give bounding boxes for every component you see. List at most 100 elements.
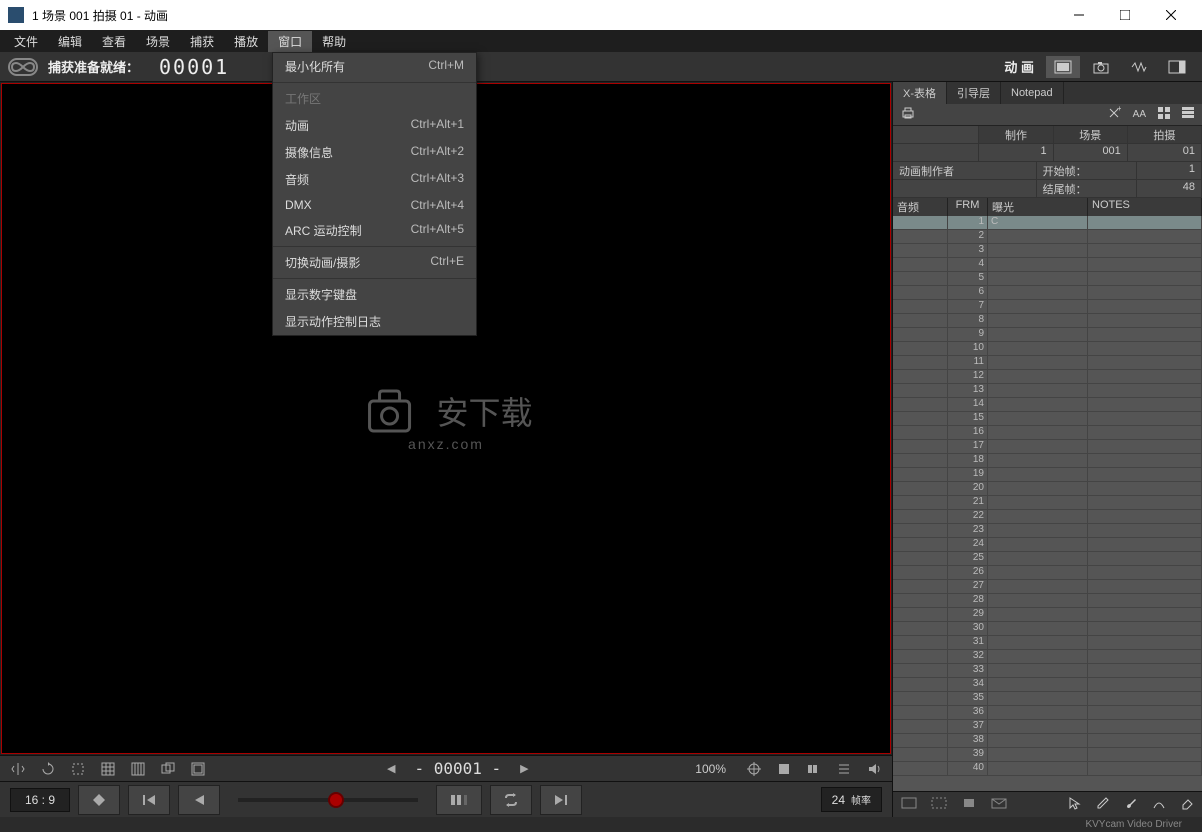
aspect-icon[interactable] — [156, 759, 180, 779]
brush-icon[interactable] — [1120, 794, 1142, 815]
menuitem-音频[interactable]: 音频Ctrl+Alt+3 — [273, 166, 476, 193]
value-production[interactable]: 1 — [979, 144, 1053, 161]
sheet-row[interactable]: 19 — [893, 468, 1202, 482]
pencil-icon[interactable] — [1092, 794, 1114, 815]
menu-播放[interactable]: 播放 — [224, 31, 268, 52]
flip-icon[interactable] — [6, 759, 30, 779]
mask-icon[interactable] — [772, 759, 796, 779]
audio-wave-icon[interactable] — [1122, 56, 1156, 78]
sheet-row[interactable]: 26 — [893, 566, 1202, 580]
sheet-row[interactable]: 34 — [893, 678, 1202, 692]
sheet-row[interactable]: 17 — [893, 440, 1202, 454]
menuitem-切换动画/摄影[interactable]: 切换动画/摄影Ctrl+E — [273, 249, 476, 276]
menuitem-显示动作控制日志[interactable]: 显示动作控制日志 — [273, 308, 476, 335]
sheet-row[interactable]: 21 — [893, 496, 1202, 510]
grid3-icon[interactable] — [96, 759, 120, 779]
play-back-button[interactable] — [178, 785, 220, 815]
curve-icon[interactable] — [1148, 794, 1170, 815]
slider-knob[interactable] — [328, 792, 344, 808]
menuitem-ARC 运动控制[interactable]: ARC 运动控制Ctrl+Alt+5 — [273, 217, 476, 244]
tab-X-表格[interactable]: X-表格 — [893, 82, 947, 104]
menuitem-显示数字键盘[interactable]: 显示数字键盘 — [273, 281, 476, 308]
sheet-row[interactable]: 25 — [893, 552, 1202, 566]
envelope-icon[interactable] — [987, 795, 1011, 814]
sheet-row[interactable]: 23 — [893, 524, 1202, 538]
safe-frame-icon[interactable] — [186, 759, 210, 779]
loop-icon[interactable] — [8, 58, 38, 76]
sheet-row[interactable]: 27 — [893, 580, 1202, 594]
pause-double-button[interactable] — [436, 785, 482, 815]
tab-Notepad[interactable]: Notepad — [1001, 82, 1064, 104]
loop-button[interactable] — [490, 785, 532, 815]
rotate-icon[interactable] — [36, 759, 60, 779]
aspect-ratio-display[interactable]: 16 : 9 — [10, 788, 70, 812]
sheet-row[interactable]: 8 — [893, 314, 1202, 328]
sheet-row[interactable]: 39 — [893, 748, 1202, 762]
menuitem-最小化所有[interactable]: 最小化所有Ctrl+M — [273, 53, 476, 80]
skip-end-button[interactable] — [540, 785, 582, 815]
volume-icon[interactable] — [862, 759, 886, 779]
value-shot[interactable]: 01 — [1128, 144, 1202, 161]
prev-frame-button[interactable]: ◀ — [382, 759, 400, 778]
sheet-row[interactable]: 9 — [893, 328, 1202, 342]
sheet-row[interactable]: 4 — [893, 258, 1202, 272]
end-frame-value[interactable]: 48 — [1137, 180, 1202, 197]
add-icon[interactable]: + — [1103, 104, 1125, 125]
sheet-row[interactable]: 7 — [893, 300, 1202, 314]
menu-窗口[interactable]: 窗口 — [268, 31, 312, 52]
sheet-row[interactable]: 10 — [893, 342, 1202, 356]
sheet-row[interactable]: 32 — [893, 650, 1202, 664]
camera-icon[interactable] — [1084, 56, 1118, 78]
sheet-row[interactable]: 3 — [893, 244, 1202, 258]
sheet-row[interactable]: 35 — [893, 692, 1202, 706]
sheet-row[interactable]: 38 — [893, 734, 1202, 748]
start-frame-value[interactable]: 1 — [1137, 162, 1202, 179]
sheet-row[interactable]: 13 — [893, 384, 1202, 398]
grid-view-icon[interactable] — [1154, 105, 1174, 124]
fps-display[interactable]: 24 帧率 — [821, 787, 882, 812]
sheet-row[interactable]: 40 — [893, 762, 1202, 776]
menu-捕获[interactable]: 捕获 — [180, 31, 224, 52]
text-size-icon[interactable]: AA — [1129, 107, 1150, 122]
maximize-button[interactable] — [1102, 0, 1148, 30]
tab-引导层[interactable]: 引导层 — [947, 82, 1001, 104]
menu-场景[interactable]: 场景 — [136, 31, 180, 52]
select-tool-icon[interactable] — [957, 795, 981, 814]
menu-帮助[interactable]: 帮助 — [312, 31, 356, 52]
rect-tool-icon[interactable] — [897, 795, 921, 814]
menuitem-动画[interactable]: 动画Ctrl+Alt+1 — [273, 112, 476, 139]
close-button[interactable] — [1148, 0, 1194, 30]
frame-tool-icon[interactable] — [927, 795, 951, 814]
eraser-icon[interactable] — [1176, 794, 1198, 815]
layers-toggle-icon[interactable] — [802, 759, 826, 779]
sheet-row[interactable]: 20 — [893, 482, 1202, 496]
timeline-slider[interactable] — [238, 798, 418, 802]
next-frame-button[interactable]: ▶ — [515, 759, 533, 778]
sheet-row[interactable]: 37 — [893, 720, 1202, 734]
skip-start-button[interactable] — [128, 785, 170, 815]
grid-dense-icon[interactable] — [126, 759, 150, 779]
panel-toggle-icon[interactable] — [1160, 56, 1194, 78]
sheet-row[interactable]: 28 — [893, 594, 1202, 608]
sheet-row[interactable]: 6 — [893, 286, 1202, 300]
sheet-row[interactable]: 22 — [893, 510, 1202, 524]
zoom-percent[interactable]: 100% — [695, 762, 726, 776]
sheet-row[interactable]: 5 — [893, 272, 1202, 286]
xsheet[interactable]: 1C23456789101112131415161718192021222324… — [893, 216, 1202, 791]
sheet-row[interactable]: 16 — [893, 426, 1202, 440]
menuitem-DMX[interactable]: DMXCtrl+Alt+4 — [273, 193, 476, 217]
sheet-row[interactable]: 1C — [893, 216, 1202, 230]
print-icon[interactable] — [897, 104, 919, 125]
center-icon[interactable] — [742, 759, 766, 779]
sheet-row[interactable]: 15 — [893, 412, 1202, 426]
sheet-row[interactable]: 12 — [893, 370, 1202, 384]
menu-文件[interactable]: 文件 — [4, 31, 48, 52]
sheet-row[interactable]: 18 — [893, 454, 1202, 468]
sheet-row[interactable]: 24 — [893, 538, 1202, 552]
pointer-icon[interactable] — [1064, 794, 1086, 815]
onion-skin-button[interactable] — [78, 785, 120, 815]
menu-查看[interactable]: 查看 — [92, 31, 136, 52]
sheet-row[interactable]: 33 — [893, 664, 1202, 678]
sheet-row[interactable]: 31 — [893, 636, 1202, 650]
sheet-row[interactable]: 36 — [893, 706, 1202, 720]
